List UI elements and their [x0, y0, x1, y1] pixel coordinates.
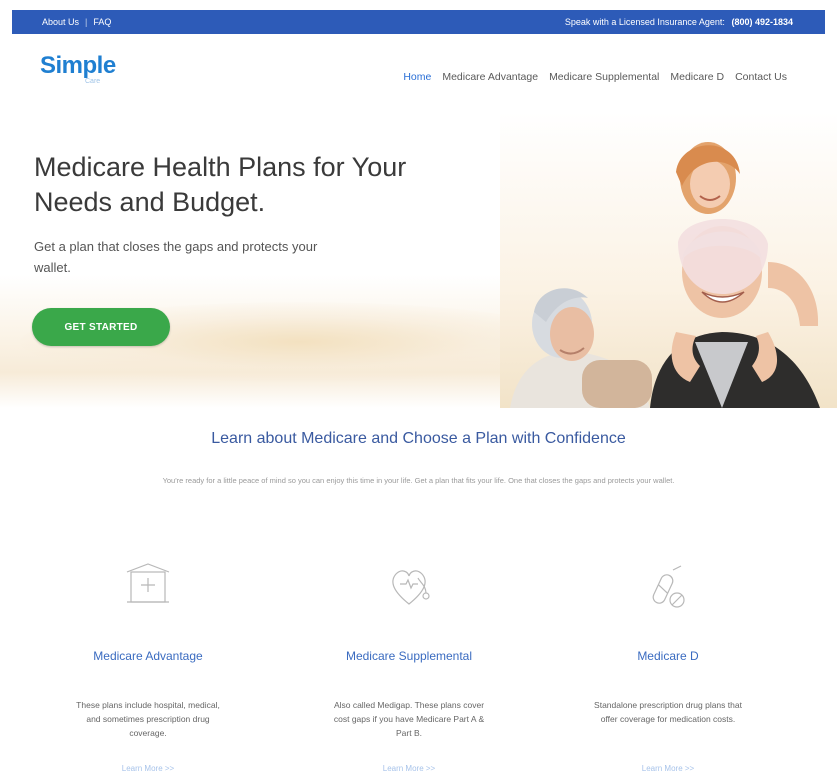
pill-capsule-icon	[652, 565, 685, 608]
plan-title: Medicare D	[637, 649, 699, 663]
main-nav: Home Medicare Advantage Medicare Supplem…	[403, 71, 787, 83]
agent-phone-link[interactable]: (800) 492-1834	[731, 17, 793, 27]
plan-description: These plans include hospital, medical, a…	[76, 700, 220, 738]
get-started-button[interactable]: GET STARTED	[32, 308, 170, 346]
learn-more-link[interactable]: Learn More >>	[309, 764, 509, 773]
hero-subtitle: Get a plan that closes the gaps and prot…	[34, 239, 318, 275]
learn-more-link[interactable]: Learn More >>	[568, 764, 768, 773]
top-links-separator: |	[85, 17, 88, 27]
agent-contact-text: Speak with a Licensed Insurance Agent:	[564, 17, 725, 27]
heart-stethoscope-icon	[392, 570, 430, 605]
plan-description: Standalone prescription drug plans that …	[594, 700, 742, 724]
hero-family-photo	[500, 112, 837, 408]
brand-tagline: Care	[85, 78, 101, 85]
plan-card-medicare-supplemental: Medicare Supplemental Also called Mediga…	[309, 560, 509, 773]
plan-description: Also called Medigap. These plans cover c…	[333, 700, 485, 738]
brand-logo[interactable]: Simple Care	[40, 52, 116, 85]
plan-title: Medicare Supplemental	[345, 649, 473, 663]
nav-medicare-supplemental[interactable]: Medicare Supplemental	[549, 71, 659, 83]
faq-link[interactable]: FAQ	[93, 17, 111, 27]
brand-name: Simple	[40, 52, 116, 79]
plan-title: Medicare Advantage	[93, 649, 203, 663]
plan-card-medicare-advantage: Medicare Advantage These plans include h…	[48, 560, 248, 773]
top-utility-bar: About Us | FAQ Speak with a Licensed Ins…	[12, 10, 825, 34]
learn-more-link[interactable]: Learn More >>	[48, 764, 248, 773]
hospital-icon	[126, 563, 170, 603]
about-us-link[interactable]: About Us	[42, 17, 79, 27]
nav-medicare-advantage[interactable]: Medicare Advantage	[442, 71, 538, 83]
intro-text: You're ready for a little peace of mind …	[162, 476, 675, 485]
hero-section: Medicare Health Plans for Your Needs and…	[0, 112, 837, 408]
hero-title: Medicare Health Plans for Your Needs and…	[34, 152, 407, 217]
top-links: About Us | FAQ	[42, 17, 111, 27]
agent-contact: Speak with a Licensed Insurance Agent: (…	[565, 17, 793, 27]
plan-card-medicare-d: Medicare D Standalone prescription drug …	[568, 560, 768, 773]
nav-contact-us[interactable]: Contact Us	[735, 71, 787, 83]
intro-heading: Learn about Medicare and Choose a Plan w…	[211, 430, 626, 447]
nav-medicare-d[interactable]: Medicare D	[670, 71, 724, 83]
nav-home[interactable]: Home	[403, 71, 431, 83]
